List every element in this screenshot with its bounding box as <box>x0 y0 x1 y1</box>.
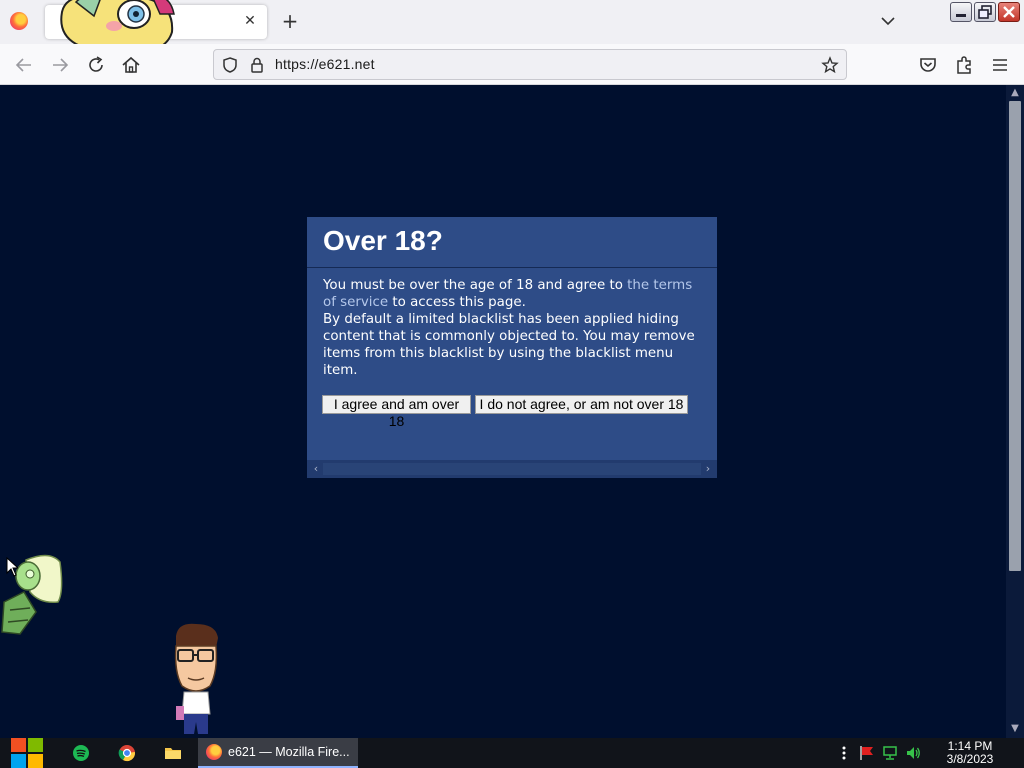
dialog-divider <box>307 267 717 268</box>
close-icon <box>1003 6 1015 18</box>
pocket-icon[interactable] <box>917 54 939 76</box>
arrow-left-icon[interactable] <box>13 54 35 76</box>
scrollbar-track[interactable] <box>323 463 701 475</box>
reload-icon[interactable] <box>85 54 107 76</box>
url-text[interactable]: https://e621.net <box>275 56 375 72</box>
window-restore-button[interactable] <box>974 2 996 22</box>
window-close-button[interactable] <box>998 2 1020 22</box>
tab-close-icon[interactable]: ✕ <box>241 12 259 30</box>
firefox-icon[interactable] <box>10 12 28 30</box>
network-icon[interactable] <box>882 745 898 761</box>
terms-text-after: to access this page. <box>388 295 526 310</box>
disagree-button[interactable]: I do not agree, or am not over 18 <box>475 395 688 414</box>
dialog-body: You must be over the age of 18 and agree… <box>323 277 708 379</box>
hamburger-menu-icon[interactable] <box>989 54 1011 76</box>
flag-icon[interactable] <box>859 745 875 761</box>
dialog-horizontal-scrollbar[interactable]: ‹ › <box>307 460 717 478</box>
chrome-icon[interactable] <box>118 744 136 762</box>
scrollbar-thumb[interactable] <box>1009 101 1021 571</box>
dialog-title: Over 18? <box>323 225 443 256</box>
page-vertical-scrollbar[interactable]: ▲ ▼ <box>1006 85 1024 738</box>
tab-e621[interactable]: ✕ <box>45 5 267 39</box>
star-icon[interactable] <box>821 56 839 74</box>
puzzle-icon[interactable] <box>953 54 975 76</box>
agree-button[interactable]: I agree and am over 18 <box>322 395 471 429</box>
mouse-cursor-icon <box>6 557 18 577</box>
scroll-up-icon[interactable]: ▲ <box>1009 87 1021 99</box>
chevron-left-icon[interactable]: ‹ <box>309 462 323 476</box>
browser-tabstrip: ✕ + <box>0 0 1024 54</box>
minimize-icon <box>956 14 966 17</box>
more-dots-icon[interactable] <box>836 745 852 761</box>
clock-date: 3/8/2023 <box>946 752 994 766</box>
shield-icon[interactable] <box>221 56 239 74</box>
new-tab-button[interactable]: + <box>281 11 299 31</box>
home-icon[interactable] <box>120 54 142 76</box>
url-bar[interactable]: https://e621.net <box>213 49 847 80</box>
chevron-down-icon[interactable] <box>879 12 897 30</box>
blacklist-notice: By default a limited blacklist has been … <box>323 312 695 378</box>
volume-icon[interactable] <box>905 745 921 761</box>
scroll-down-icon[interactable]: ▼ <box>1009 723 1021 735</box>
windows-start-icon[interactable] <box>10 738 44 768</box>
lock-icon[interactable] <box>248 56 266 74</box>
taskbar: e621 — Mozilla Fire... 1:14 PM 3/8/2023 <box>0 738 1024 768</box>
navigation-toolbar: https://e621.net <box>0 44 1024 85</box>
taskbar-task-label: e621 — Mozilla Fire... <box>228 745 350 759</box>
window-minimize-button[interactable] <box>950 2 972 22</box>
restore-icon <box>978 5 992 19</box>
system-clock[interactable]: 1:14 PM 3/8/2023 <box>938 740 1002 766</box>
firefox-icon <box>206 744 222 760</box>
cartoon-man-character-icon <box>174 623 218 734</box>
age-verification-dialog: Over 18? You must be over the age of 18 … <box>307 217 717 478</box>
arrow-right-icon[interactable] <box>49 54 71 76</box>
taskbar-firefox-task[interactable]: e621 — Mozilla Fire... <box>198 738 358 768</box>
folder-icon[interactable] <box>164 744 182 762</box>
chevron-right-icon[interactable]: › <box>701 462 715 476</box>
spotify-icon[interactable] <box>72 744 90 762</box>
terms-text-before: You must be over the age of 18 and agree… <box>323 278 628 293</box>
